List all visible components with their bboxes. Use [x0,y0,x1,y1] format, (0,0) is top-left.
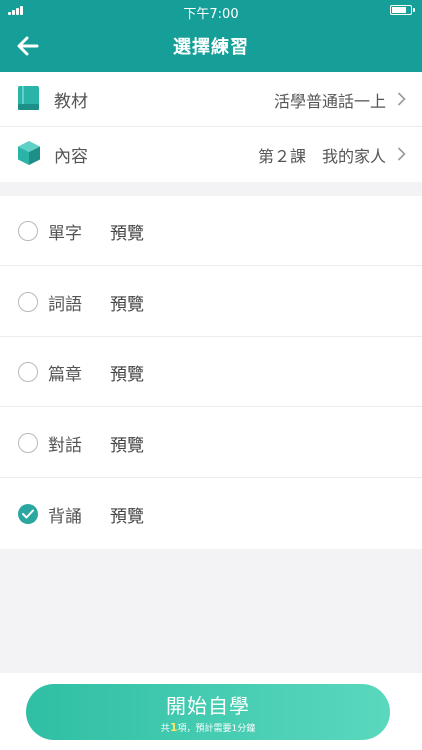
option-radio[interactable] [18,362,38,382]
summary-prefix: 共 [160,724,170,734]
select-practice-screen: 下午7:00 選擇練習 教材 活學普通話一上 內容 第２課 我的家人 單字 預覽… [0,0,422,750]
start-self-study-button[interactable]: 開始自學 共1項，預計需要1分鐘 [26,684,390,740]
option-radio[interactable] [18,433,38,453]
start-button-label: 開始自學 [166,694,250,718]
option-radio[interactable] [18,292,38,312]
option-label[interactable]: 單字 [48,219,82,244]
chevron-right-icon [397,147,406,161]
status-time: 下午7:00 [183,7,239,22]
preview-link[interactable]: 預覽 [110,431,144,456]
practice-options-list: 單字 預覽 詞語 預覽 篇章 預覽 對話 預覽 背誦 預覽 [0,196,422,549]
option-radio[interactable] [18,221,38,241]
content-label: 內容 [54,147,88,167]
info-section: 教材 活學普通話一上 內容 第２課 我的家人 [0,72,422,182]
option-label[interactable]: 背誦 [48,502,82,527]
preview-link[interactable]: 預覽 [110,219,144,244]
option-label[interactable]: 詞語 [48,290,82,315]
textbook-row[interactable]: 教材 活學普通話一上 [0,72,422,127]
summary-suffix: 項，預計需要1分鐘 [177,724,256,734]
option-row-words: 詞語 預覽 [0,267,422,337]
option-row-dialogue: 對話 預覽 [0,408,422,478]
preview-link[interactable]: 預覽 [110,290,144,315]
textbook-value: 活學普通話一上 [273,92,386,111]
textbook-label: 教材 [54,92,88,112]
top-bar: 下午7:00 選擇練習 [0,0,422,72]
option-row-characters: 單字 預覽 [0,196,422,266]
nav-bar: 選擇練習 [0,22,422,70]
cube-icon [18,141,40,165]
option-row-passage: 篇章 預覽 [0,337,422,407]
battery-icon [390,5,415,15]
page-title: 選擇練習 [173,37,249,58]
bottom-bar: 開始自學 共1項，預計需要1分鐘 [0,673,422,750]
content-row[interactable]: 內容 第２課 我的家人 [0,127,422,181]
checkmark-icon [22,509,34,519]
option-row-recitation: 背誦 預覽 [0,479,422,549]
content-value: 第２課 我的家人 [257,147,386,166]
option-label[interactable]: 篇章 [48,360,82,385]
book-icon [18,86,39,110]
status-bar: 下午7:00 [0,0,422,22]
preview-link[interactable]: 預覽 [110,502,144,527]
practice-summary: 共1項，預計需要1分鐘 [26,721,390,734]
chevron-right-icon [397,92,406,106]
option-radio-checked[interactable] [18,504,38,524]
option-label[interactable]: 對話 [48,431,82,456]
preview-link[interactable]: 預覽 [110,360,144,385]
